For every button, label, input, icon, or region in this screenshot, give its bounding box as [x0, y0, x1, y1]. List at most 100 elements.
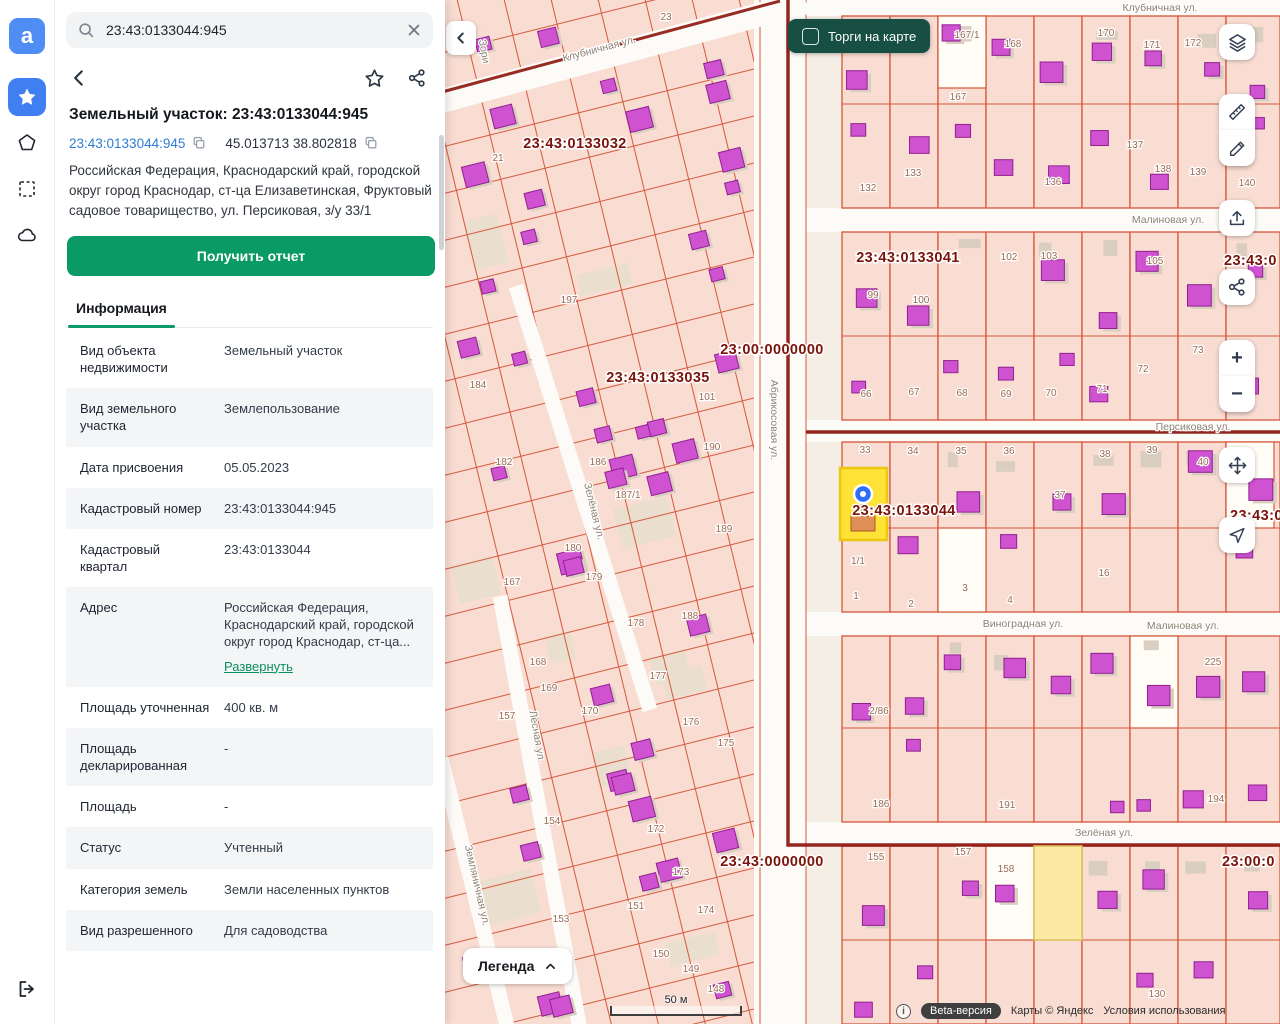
info-row-label: Дата присвоения [80, 459, 210, 476]
copy-coordinates-icon[interactable] [363, 135, 379, 151]
auction-on-map-toggle[interactable]: Торги на карте [788, 19, 930, 53]
copy-cadastral-icon[interactable] [191, 135, 207, 151]
info-row-label: Вид земельного участка [80, 400, 210, 434]
share-button[interactable] [407, 68, 427, 89]
upload-icon [1227, 208, 1247, 228]
parcel-number: 39 [1146, 445, 1158, 456]
quarter-label: 23:00:0000000 [720, 342, 824, 358]
info-row: Вид объекта недвижимостиЗемельный участо… [66, 330, 433, 388]
locate-button[interactable] [1219, 517, 1255, 553]
layers-button[interactable] [1219, 24, 1255, 60]
parcel-number: 190 [704, 442, 721, 453]
terms-of-use-link[interactable]: Условия использования [1103, 1005, 1225, 1017]
parcel-number: 100 [913, 295, 930, 306]
parcel-number: 34 [907, 446, 919, 457]
expand-address-link[interactable]: Развернуть [224, 658, 293, 675]
map-copyright[interactable]: Карты © Яндекс [1011, 1005, 1094, 1017]
chevron-left-icon [68, 67, 90, 89]
parcel-number: 170 [1098, 28, 1115, 39]
pan-button[interactable] [1219, 447, 1255, 483]
parcel-number: 35 [955, 446, 967, 457]
parcel-number: 154 [544, 816, 561, 827]
parcel-number: 188 [682, 611, 699, 622]
parcel-number: 175 [718, 738, 735, 749]
parcel-number: 38 [1099, 449, 1111, 460]
search-input[interactable] [104, 21, 397, 39]
parcel-number: 68 [956, 388, 968, 399]
polygon-tool-button[interactable] [8, 124, 46, 162]
cloud-button[interactable] [8, 216, 46, 254]
quarter-label: 23:00:0 [1222, 854, 1275, 870]
share-icon [407, 68, 427, 88]
logout-button[interactable] [8, 970, 46, 1008]
info-row-value: 05.05.2023 [224, 459, 419, 476]
pencil-icon [1227, 138, 1247, 158]
zoom-out-button[interactable]: − [1219, 376, 1255, 412]
parcel-number: 168 [530, 657, 547, 668]
info-row-value: 400 кв. м [224, 699, 419, 716]
info-row-value: - [224, 798, 419, 815]
legend-button[interactable]: Легенда [463, 948, 572, 984]
parcel-number: 16 [1098, 568, 1110, 579]
area-select-button[interactable] [8, 170, 46, 208]
parcel-number: 155 [868, 852, 885, 863]
info-row-label: Площадь [80, 798, 210, 815]
parcel-number: 182 [496, 457, 513, 468]
measure-button[interactable] [1219, 94, 1255, 130]
parcel-number: 67 [908, 387, 920, 398]
info-row: Вид земельного участкаЗемлепользование [66, 388, 433, 446]
favorites-button[interactable] [8, 78, 46, 116]
parcel-number: 66 [860, 389, 872, 400]
info-row-label: Площадь уточненная [80, 699, 210, 716]
parcel-number: 197 [561, 295, 578, 306]
parcel-number: 173 [673, 867, 690, 878]
collapse-sidebar-button[interactable] [446, 21, 476, 55]
parcel-number: 69 [1000, 389, 1012, 400]
parcel-number: 186 [590, 457, 607, 468]
parcel-number: 140 [1239, 178, 1256, 189]
share-map-button[interactable] [1219, 269, 1255, 305]
draw-button[interactable] [1219, 130, 1255, 166]
parcel-number: 3 [962, 583, 968, 594]
app-logo[interactable]: a [9, 18, 45, 54]
info-row: Площадь- [66, 786, 433, 827]
parcel-number: 184 [470, 380, 487, 391]
quarter-label: 23:43:0 [1224, 253, 1277, 269]
page-title: Земельный участок: 23:43:0133044:945 [69, 106, 433, 124]
parcel-number: 1/1 [851, 556, 865, 567]
cadastral-number-link[interactable]: 23:43:0133044:945 [69, 136, 185, 151]
get-report-button[interactable]: Получить отчет [67, 236, 435, 276]
export-button[interactable] [1219, 200, 1255, 236]
detail-header [66, 67, 433, 89]
zoom-in-button[interactable]: + [1219, 340, 1255, 376]
parcel-number: 150 [653, 949, 670, 960]
parcel-number: 157 [955, 847, 972, 858]
layers-icon [1227, 32, 1248, 53]
dashed-square-icon [16, 178, 38, 200]
parcel-number: 23 [660, 12, 672, 23]
auction-checkbox[interactable] [802, 28, 819, 45]
parcel-number: 167 [504, 577, 521, 588]
info-row: Дата присвоения 05.05.2023 [66, 447, 433, 488]
tab-information[interactable]: Информация [68, 288, 175, 327]
parcel-number: 153 [553, 914, 570, 925]
favorite-button[interactable] [364, 68, 385, 89]
back-button[interactable] [68, 67, 90, 89]
legend-label: Легенда [478, 958, 534, 974]
quarter-label: 23:43:0133035 [606, 370, 710, 386]
parcel-number: 176 [683, 717, 700, 728]
star-outline-icon [364, 68, 385, 89]
info-row-label: Вид разрешенного [80, 922, 210, 939]
street-label: Виноградная ул. [983, 618, 1063, 630]
info-row: Вид разрешенногоДля садоводства [66, 910, 433, 951]
parcel-number: 1 [853, 591, 859, 602]
object-address: Российская Федерация, Краснодарский край… [69, 161, 433, 221]
clear-search-button[interactable] [406, 22, 422, 38]
parcel-number: 136 [1045, 177, 1062, 188]
sidebar-scrollbar[interactable] [439, 135, 444, 250]
parcel-number: 137 [1127, 140, 1144, 151]
info-icon[interactable]: i [896, 1004, 911, 1019]
street-label: Зелёная ул. [1075, 827, 1133, 839]
search-bar[interactable] [66, 12, 433, 48]
sidebar-panel: Земельный участок: 23:43:0133044:945 23:… [55, 0, 445, 1024]
